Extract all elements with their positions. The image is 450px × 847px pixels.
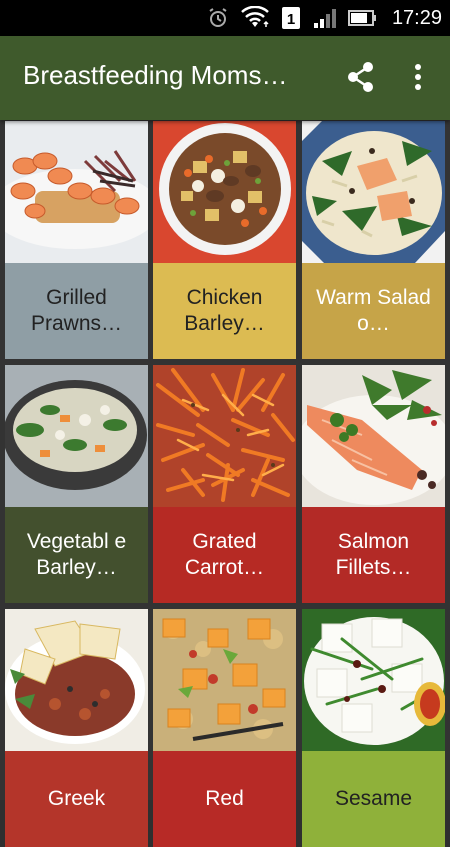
recipe-image xyxy=(5,609,148,751)
recipe-card[interactable]: Grilled Prawns… xyxy=(5,121,148,359)
signal-icon xyxy=(312,6,338,30)
recipe-title: Red xyxy=(153,751,296,847)
recipe-image xyxy=(302,121,445,263)
status-bar: 1 17:29 xyxy=(0,0,450,36)
battery-icon xyxy=(347,6,378,30)
app-title: Breastfeeding Moms… xyxy=(23,60,288,90)
recipe-card[interactable]: Greek xyxy=(5,609,148,847)
recipe-title: Vegetabl e Barley… xyxy=(5,507,148,603)
recipe-image xyxy=(302,609,445,751)
recipe-card[interactable]: Vegetabl e Barley… xyxy=(5,365,148,603)
recipe-image xyxy=(153,609,296,751)
recipe-card[interactable]: Grated Carrot… xyxy=(153,365,296,603)
recipe-card[interactable]: Warm Salad o… xyxy=(302,121,445,359)
share-icon xyxy=(348,62,373,92)
more-vert-icon xyxy=(415,64,421,90)
recipe-image xyxy=(5,121,148,263)
recipe-card[interactable]: Chicken Barley… xyxy=(153,121,296,359)
recipe-card[interactable]: Sesame xyxy=(302,609,445,847)
share-button[interactable] xyxy=(344,60,378,94)
recipe-image xyxy=(302,365,445,507)
recipe-image xyxy=(153,365,296,507)
overflow-menu-button[interactable] xyxy=(406,60,430,94)
clock: 17:29 xyxy=(391,6,442,29)
wifi-icon xyxy=(240,6,270,30)
recipe-title: Grilled Prawns… xyxy=(5,263,148,359)
app-toolbar: Breastfeeding Moms… xyxy=(0,36,450,120)
sim-1-icon: 1 xyxy=(280,5,302,31)
recipe-card[interactable]: Red xyxy=(153,609,296,847)
recipe-title: Sesame xyxy=(302,751,445,847)
recipe-title: Warm Salad o… xyxy=(302,263,445,359)
recipe-image xyxy=(5,365,148,507)
alarm-icon xyxy=(206,6,230,30)
recipe-grid: Grilled Prawns… Chicken Barley… Warm Sal… xyxy=(0,120,450,847)
recipe-image xyxy=(153,121,296,263)
recipe-title: Greek xyxy=(5,751,148,847)
recipe-title: Chicken Barley… xyxy=(153,263,296,359)
svg-text:1: 1 xyxy=(287,11,295,28)
recipe-title: Grated Carrot… xyxy=(153,507,296,603)
recipe-title: Salmon Fillets… xyxy=(302,507,445,603)
recipe-card[interactable]: Salmon Fillets… xyxy=(302,365,445,603)
